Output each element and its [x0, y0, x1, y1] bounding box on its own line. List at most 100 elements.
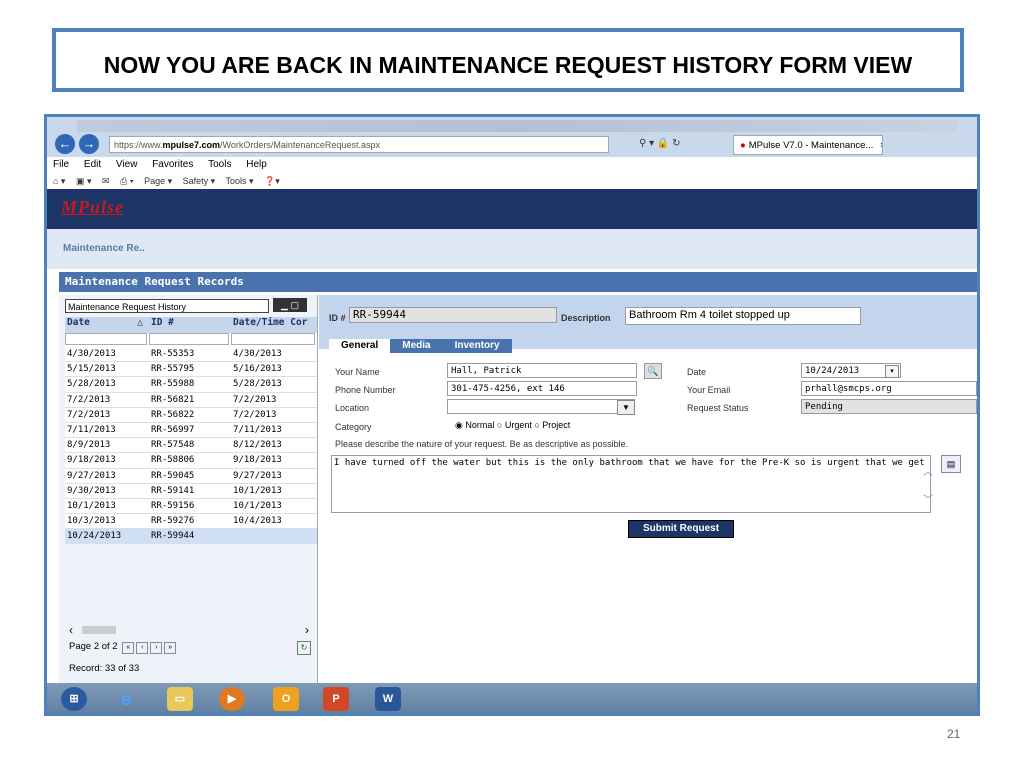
pager: Page 2 of 2 «‹ ›»: [69, 641, 177, 654]
menu-favorites[interactable]: Favorites: [152, 159, 193, 170]
table-cell: RR-59141: [151, 485, 195, 496]
window-titlebar: [77, 120, 957, 132]
phone-field[interactable]: 301-475-4256, ext 146: [447, 381, 637, 396]
radio-urgent-label: Urgent: [504, 420, 532, 430]
scroll-thumb[interactable]: [82, 626, 117, 634]
calendar-icon[interactable]: ▾: [885, 365, 899, 378]
table-cell: 10/3/2013: [67, 516, 116, 527]
table-row[interactable]: 9/27/2013 RR-59045 9/27/2013: [65, 468, 317, 484]
cmd-page[interactable]: Page ▾: [144, 176, 172, 186]
table-row[interactable]: 5/15/2013 RR-55795 5/16/2013: [65, 362, 317, 378]
table-row[interactable]: 10/24/2013 RR-59944: [65, 529, 317, 545]
table-row[interactable]: 7/2/2013 RR-56822 7/2/2013: [65, 407, 317, 423]
start-icon[interactable]: ⊞: [61, 687, 87, 711]
col-id[interactable]: ID #: [149, 317, 231, 333]
table-cell: 5/28/2013: [67, 379, 116, 390]
mpulse-logo: MPulse: [61, 197, 125, 217]
description-textarea[interactable]: I have turned off the water but this is …: [331, 455, 931, 513]
col-date[interactable]: Date △: [65, 317, 149, 333]
slide-title-box: NOW YOU ARE BACK IN MAINTENANCE REQUEST …: [52, 28, 964, 92]
mail-icon[interactable]: ✉: [102, 176, 110, 186]
media-icon[interactable]: ▶: [219, 687, 245, 711]
filter-datetime-field[interactable]: [231, 333, 315, 345]
feeds-icon[interactable]: ▣ ▾: [76, 176, 92, 186]
radio-urgent[interactable]: ○: [497, 420, 505, 430]
scroll-up-icon[interactable]: ︿: [923, 463, 933, 478]
lookup-icon[interactable]: 🔍: [644, 363, 662, 379]
word-icon[interactable]: W: [375, 687, 401, 711]
menu-file[interactable]: File: [53, 159, 69, 170]
cmd-safety[interactable]: Safety ▾: [183, 176, 216, 186]
submit-request-button[interactable]: Submit Request: [628, 520, 734, 538]
date-label: Date: [687, 367, 707, 377]
table-row[interactable]: 9/18/2013 RR-58806 9/18/2013: [65, 453, 317, 469]
table-cell: RR-59944: [151, 531, 195, 542]
id-label: ID #: [329, 313, 346, 323]
filter-id-field[interactable]: [149, 333, 229, 345]
radio-normal-label: Normal: [465, 420, 495, 430]
search-icon[interactable]: ⚲: [639, 138, 646, 149]
filter-date-field[interactable]: [65, 333, 147, 345]
table-row[interactable]: 7/2/2013 RR-56821 7/2/2013: [65, 392, 317, 408]
refresh-grid-icon[interactable]: ↻: [297, 641, 311, 655]
address-bar[interactable]: https://www.mpulse7.com/WorkOrders/Maint…: [109, 136, 609, 153]
email-label: Your Email: [687, 385, 731, 395]
your-name-field[interactable]: Hall, Patrick: [447, 363, 637, 378]
history-panel: Maintenance Request History ▁ ▢ Date △ ID…: [59, 295, 318, 691]
location-select[interactable]: [447, 399, 635, 414]
scroll-left-icon[interactable]: ‹: [69, 623, 73, 637]
url-prefix: https://www.: [114, 140, 163, 150]
address-actions[interactable]: ⚲ ▾ 🔒 ↻: [639, 138, 681, 149]
table-cell: 10/24/2013: [67, 531, 122, 542]
next-page-icon[interactable]: ›: [150, 642, 163, 654]
prev-page-icon[interactable]: ‹: [136, 642, 149, 654]
email-field[interactable]: prhall@smcps.org: [801, 381, 977, 396]
table-row[interactable]: 10/1/2013 RR-59156 10/1/2013: [65, 498, 317, 515]
cmd-tools[interactable]: Tools ▾: [226, 176, 254, 186]
tab-media[interactable]: Media: [390, 339, 443, 353]
table-row[interactable]: 5/28/2013 RR-55988 5/28/2013: [65, 377, 317, 393]
scroll-right-icon[interactable]: ›: [305, 623, 309, 637]
home-icon[interactable]: ⌂ ▾: [53, 176, 65, 186]
description-field[interactable]: Bathroom Rm 4 toilet stopped up: [625, 307, 861, 325]
sort-asc-icon[interactable]: △: [137, 317, 143, 328]
tab-general[interactable]: General: [329, 339, 391, 353]
menu-view[interactable]: View: [116, 159, 138, 170]
explorer-icon[interactable]: ▭: [167, 687, 193, 711]
first-page-icon[interactable]: «: [122, 642, 135, 654]
radio-normal[interactable]: ◉: [455, 420, 465, 430]
table-cell: RR-55795: [151, 364, 195, 375]
breadcrumb[interactable]: Maintenance Re..: [63, 243, 145, 254]
refresh-icon[interactable]: ↻: [672, 138, 680, 149]
last-page-icon[interactable]: »: [164, 642, 177, 654]
scroll-down-icon[interactable]: ﹀: [923, 491, 933, 506]
col-datetime[interactable]: Date/Time Cor: [231, 317, 317, 333]
horizontal-scrollbar[interactable]: ‹ ›: [69, 623, 309, 637]
table-cell: 9/27/2013: [233, 470, 282, 481]
back-icon[interactable]: ←: [55, 134, 75, 154]
table-cell: RR-56821: [151, 394, 195, 405]
menu-edit[interactable]: Edit: [84, 159, 101, 170]
table-cell: 7/2/2013: [233, 394, 277, 405]
outlook-icon[interactable]: O: [273, 687, 299, 711]
table-row[interactable]: 10/3/2013 RR-59276 10/4/2013: [65, 514, 317, 530]
chevron-down-icon[interactable]: ▼: [617, 400, 635, 415]
table-row[interactable]: 9/30/2013 RR-59141 10/1/2013: [65, 483, 317, 499]
table-row[interactable]: 7/11/2013 RR-56997 7/11/2013: [65, 422, 317, 439]
forward-icon[interactable]: →: [79, 134, 99, 154]
ie-icon[interactable]: e: [113, 687, 139, 711]
help-icon[interactable]: ❓▾: [264, 176, 280, 186]
attach-icon[interactable]: ▤: [941, 455, 961, 473]
menu-help[interactable]: Help: [246, 159, 267, 170]
table-cell: 9/18/2013: [67, 455, 116, 466]
table-row[interactable]: 4/30/2013 RR-55353 4/30/2013: [65, 347, 317, 363]
browser-tab[interactable]: ●MPulse V7.0 - Maintenance... ×: [733, 135, 883, 155]
table-row[interactable]: 8/9/2013 RR-57548 8/12/2013: [65, 438, 317, 454]
table-cell: 10/1/2013: [67, 500, 116, 511]
window-controls-icon[interactable]: ▁ ▢: [273, 298, 307, 312]
powerpoint-icon[interactable]: P: [323, 687, 349, 711]
tab-inventory[interactable]: Inventory: [442, 339, 512, 353]
menu-tools[interactable]: Tools: [208, 159, 231, 170]
print-icon[interactable]: ⎙ ▾: [120, 176, 133, 186]
tab-close-icon[interactable]: ×: [880, 140, 882, 151]
